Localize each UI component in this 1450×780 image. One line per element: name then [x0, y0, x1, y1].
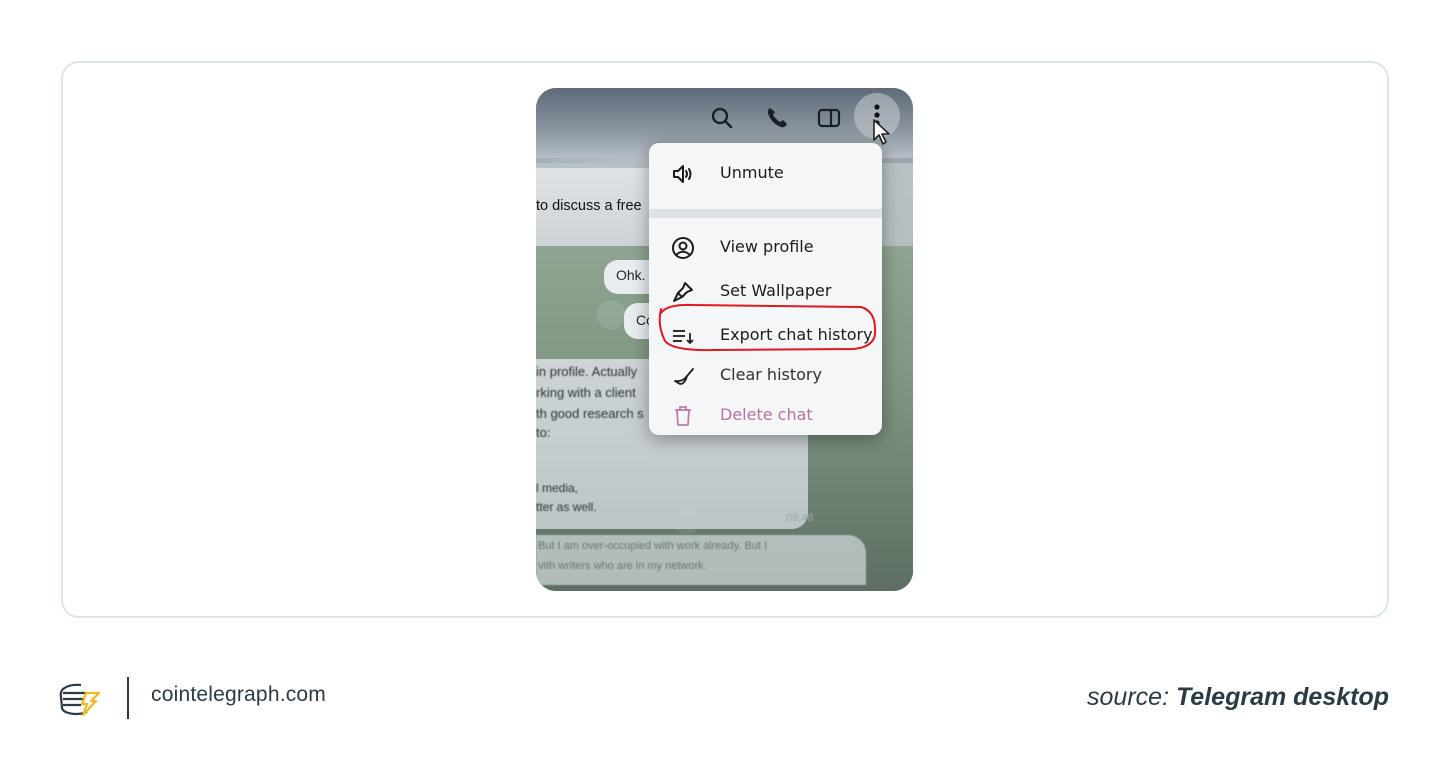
chat-options-menu: Unmute View profile Set Wallpaper Export… — [649, 143, 882, 435]
menu-item-label: Export chat history — [720, 325, 873, 344]
phone-icon[interactable] — [764, 105, 790, 131]
chat-header-text: to discuss a free — [536, 198, 642, 214]
brush-icon — [673, 282, 693, 302]
site-name[interactable]: cointelegraph.com — [151, 683, 326, 707]
message-line: th good research s — [536, 406, 644, 421]
source-prefix: source: — [1087, 683, 1176, 711]
menu-item-delete-chat[interactable]: Delete chat — [649, 395, 882, 435]
speaker-icon — [673, 165, 692, 183]
message-time: 09:48 — [786, 512, 814, 524]
export-icon — [673, 330, 694, 345]
search-icon[interactable] — [709, 105, 735, 131]
message-line: to: — [536, 425, 551, 440]
message-line: But I am over-occupied with work already… — [538, 540, 768, 552]
broom-icon — [674, 368, 694, 385]
menu-item-label: Delete chat — [720, 405, 813, 424]
message-line: rking with a client — [536, 385, 636, 400]
source-name: Telegram desktop — [1175, 683, 1389, 711]
profile-icon — [672, 237, 694, 259]
menu-item-export-chat-history[interactable]: Export chat history — [649, 315, 882, 355]
menu-item-set-wallpaper[interactable]: Set Wallpaper — [649, 271, 882, 311]
message-line: in profile. Actually — [536, 364, 638, 379]
cointelegraph-logo-icon — [59, 683, 101, 717]
menu-separator — [649, 209, 882, 218]
menu-item-label: Set Wallpaper — [720, 281, 832, 300]
menu-item-label: Clear history — [720, 365, 822, 384]
sidebar-toggle-icon[interactable] — [816, 105, 842, 131]
screenshot-photo: to discuss a free Ohk. Co in profile. Ac… — [536, 88, 913, 591]
menu-item-clear-history[interactable]: Clear history — [649, 355, 882, 395]
message-line: l media, — [536, 481, 579, 495]
message-line: tter as well. — [536, 500, 597, 514]
footer-divider — [127, 677, 129, 719]
source-credit: source: Telegram desktop — [1087, 683, 1389, 712]
menu-item-unmute[interactable]: Unmute — [649, 153, 882, 193]
menu-item-label: Unmute — [720, 163, 784, 182]
menu-item-view-profile[interactable]: View profile — [649, 227, 882, 267]
trash-icon — [675, 406, 691, 426]
message-line: vith writers who are in my network. — [538, 560, 707, 572]
menu-item-label: View profile — [720, 237, 814, 256]
